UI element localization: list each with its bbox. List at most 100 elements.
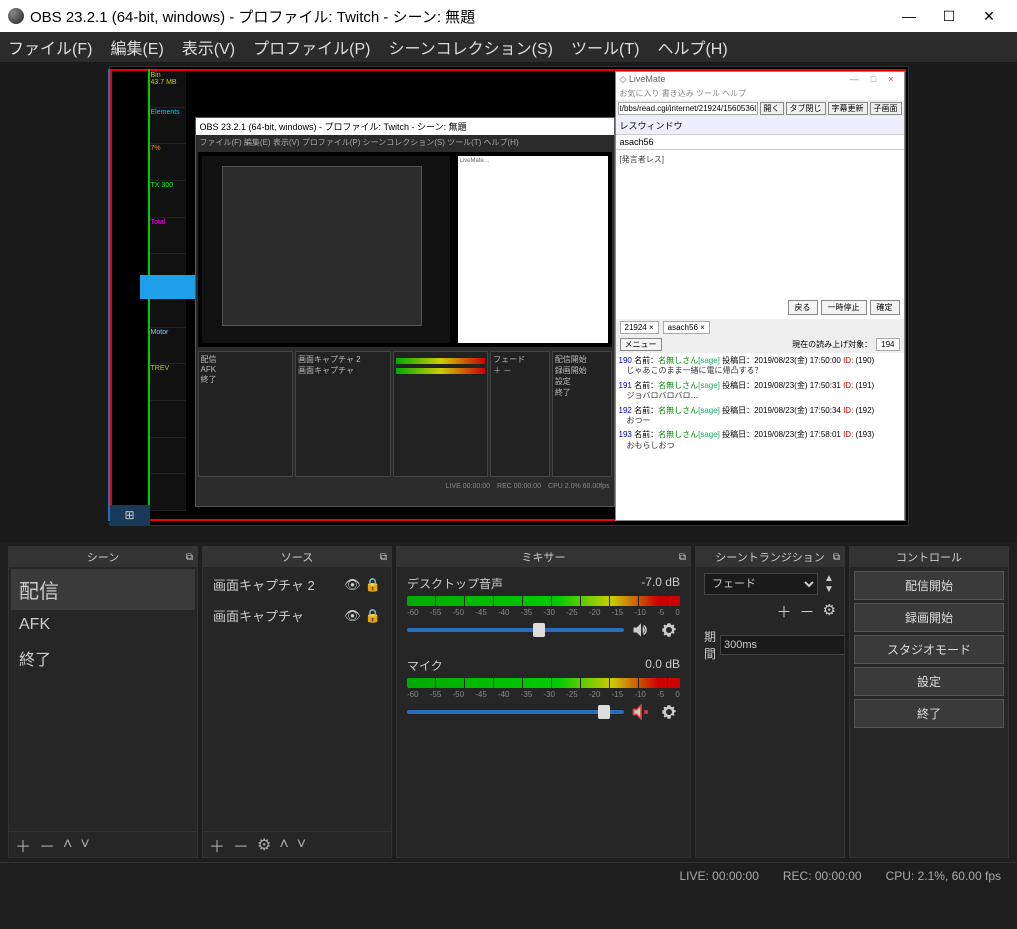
livemate-close: × [888, 74, 893, 85]
livemate-menubar: お気に入り 書き込み ツール ヘルプ [616, 87, 904, 100]
source-item[interactable]: 画面キャプチャ 2👁🔒 [205, 569, 389, 600]
mixer-title: ミキサー [522, 549, 566, 565]
statusbar: LIVE: 00:00:00 REC: 00:00:00 CPU: 2.1%, … [0, 862, 1017, 888]
level-meter [407, 596, 680, 606]
livemate-confirm-button: 確定 [870, 300, 900, 315]
source-label: 画面キャプチャ [213, 606, 344, 625]
inner-transitions: フェード＋ － [490, 351, 550, 477]
minimize-button[interactable]: — [889, 8, 929, 24]
visibility-toggle-icon[interactable]: 👁 [344, 577, 361, 593]
preview-area: Bin43.7 MBElements7% TX 300Total 0.977Mo… [0, 62, 1017, 542]
visibility-toggle-icon[interactable]: 👁 [344, 608, 361, 624]
captured-obs-window: OBS 23.2.1 (64-bit, windows) - プロファイル: T… [195, 117, 615, 507]
menu-file[interactable]: ファイル(F) [8, 35, 92, 59]
source-up-button[interactable]: ˄ [279, 836, 288, 854]
duration-input[interactable] [720, 635, 844, 655]
popout-icon[interactable]: ⧉ [833, 552, 840, 563]
start-record-button[interactable]: 録画開始 [854, 603, 1004, 632]
channel-name: マイク [407, 657, 645, 674]
mixer-channel: マイク0.0 dB-60-55-50-45-40-35-30-25-20-15-… [399, 651, 688, 733]
scene-item[interactable]: 終了 [11, 640, 195, 676]
livemate-thread-name: asach56 [616, 135, 904, 150]
popout-icon[interactable]: ⧉ [380, 552, 387, 563]
inner-titlebar: OBS 23.2.1 (64-bit, windows) - プロファイル: T… [196, 118, 614, 135]
window-titlebar: OBS 23.2.1 (64-bit, windows) - プロファイル: T… [0, 0, 1017, 32]
sources-title: ソース [281, 549, 313, 565]
source-item[interactable]: 画面キャプチャ👁🔒 [205, 600, 389, 631]
channel-settings-icon[interactable] [658, 619, 680, 641]
channel-name: デスクトップ音声 [407, 575, 641, 592]
controls-title: コントロール [896, 549, 962, 565]
scene-item[interactable]: 配信 [11, 569, 195, 610]
menu-scenecollection[interactable]: シーンコレクション(S) [388, 35, 553, 59]
source-down-button[interactable]: ˅ [297, 836, 306, 854]
popout-icon[interactable]: ⧉ [186, 552, 193, 563]
livemate-tab-2: asach56 × [663, 321, 710, 334]
exit-button[interactable]: 終了 [854, 699, 1004, 728]
source-settings-button[interactable]: ⚙ [257, 835, 271, 855]
livemate-url-input [618, 102, 758, 115]
preview-canvas[interactable]: Bin43.7 MBElements7% TX 300Total 0.977Mo… [109, 66, 909, 526]
guide-line [108, 69, 110, 521]
scenes-panel: シーン⧉ 配信AFK終了 ＋ － ˄ ˅ [8, 546, 198, 858]
window-title: OBS 23.2.1 (64-bit, windows) - プロファイル: T… [30, 6, 889, 27]
menu-help[interactable]: ヘルプ(H) [657, 35, 727, 59]
status-rec: REC: 00:00:00 [783, 869, 862, 883]
inner-sources: 画面キャプチャ 2 画面キャプチャ [295, 351, 391, 477]
transitions-panel: シーントランジション⧉ フェード ▲▼ ＋ － ⚙ 期間 ▲▼ [695, 546, 845, 858]
menu-view[interactable]: 表示(V) [182, 35, 235, 59]
maximize-button[interactable]: ☐ [929, 8, 969, 25]
remove-source-button[interactable]: － [233, 833, 249, 857]
channel-settings-icon[interactable] [658, 701, 680, 723]
livemate-subwindow-button: 子画面 [870, 102, 902, 115]
livemate-tab-1: 21924 × [620, 321, 659, 334]
studio-mode-button[interactable]: スタジオモード [854, 635, 1004, 664]
inner-preview: LiveMate… [198, 152, 612, 347]
source-label: 画面キャプチャ 2 [213, 575, 344, 594]
speaker-icon[interactable] [630, 619, 652, 641]
settings-button[interactable]: 設定 [854, 667, 1004, 696]
menu-tools[interactable]: ツール(T) [571, 35, 639, 59]
popout-icon[interactable]: ⧉ [679, 552, 686, 563]
add-scene-button[interactable]: ＋ [15, 833, 31, 857]
thread-post: 191 名前：名無しさん[sage] 投稿日：2019/08/23(金) 17:… [619, 381, 901, 402]
transition-down-icon[interactable]: ▼ [822, 584, 836, 595]
lock-icon[interactable]: 🔒 [365, 608, 381, 624]
obs-logo-icon [8, 8, 24, 24]
controls-panel: コントロール 配信開始 録画開始 スタジオモード 設定 終了 [849, 546, 1009, 858]
thread-post: 192 名前：名無しさん[sage] 投稿日：2019/08/23(金) 17:… [619, 406, 901, 427]
livemate-menu-button: メニュー [620, 338, 662, 351]
transition-remove-button[interactable]: － [800, 601, 815, 622]
start-stream-button[interactable]: 配信開始 [854, 571, 1004, 600]
inner-controls: 配信開始録画開始設定終了 [552, 351, 612, 477]
scene-down-button[interactable]: ˅ [80, 836, 89, 854]
volume-slider[interactable] [407, 710, 624, 714]
scene-item[interactable]: AFK [11, 610, 195, 640]
transition-add-button[interactable]: ＋ [777, 601, 792, 622]
livemate-open-button: 開く [760, 102, 784, 115]
duration-label: 期間 [704, 628, 716, 662]
mute-icon[interactable] [630, 701, 652, 723]
transition-up-icon[interactable]: ▲ [822, 573, 836, 584]
transition-select[interactable]: フェード [704, 573, 818, 595]
scene-up-button[interactable]: ˄ [63, 836, 72, 854]
livemate-subtitle-button: 字幕更新 [828, 102, 868, 115]
inner-scenes: 配信 AFK 終了 [198, 351, 294, 477]
sources-panel: ソース⧉ 画面キャプチャ 2👁🔒画面キャプチャ👁🔒 ＋ － ⚙ ˄ ˅ [202, 546, 392, 858]
taskbar-icon: ⊞ [110, 505, 150, 525]
menu-edit[interactable]: 編集(E) [110, 35, 163, 59]
remove-scene-button[interactable]: － [39, 833, 55, 857]
add-source-button[interactable]: ＋ [209, 833, 225, 857]
captured-livemate-window: ◇ LiveMate — □ × お気に入り 書き込み ツール ヘルプ 開く タ… [615, 71, 905, 521]
menubar: ファイル(F) 編集(E) 表示(V) プロファイル(P) シーンコレクション(… [0, 32, 1017, 62]
close-button[interactable]: ✕ [969, 8, 1009, 25]
volume-slider[interactable] [407, 628, 624, 632]
lock-icon[interactable]: 🔒 [365, 577, 381, 593]
transition-settings-button[interactable]: ⚙ [823, 601, 836, 622]
livemate-reswindow-label: レスウィンドウ [616, 117, 904, 135]
menu-profile[interactable]: プロファイル(P) [253, 35, 370, 59]
inner-menubar: ファイル(F) 編集(E) 表示(V) プロファイル(P) シーンコレクション(… [196, 135, 614, 150]
level-meter [407, 678, 680, 688]
livemate-pause-button: 一時停止 [821, 300, 867, 315]
meter-ticks: -60-55-50-45-40-35-30-25-20-15-10-50 [407, 608, 680, 617]
